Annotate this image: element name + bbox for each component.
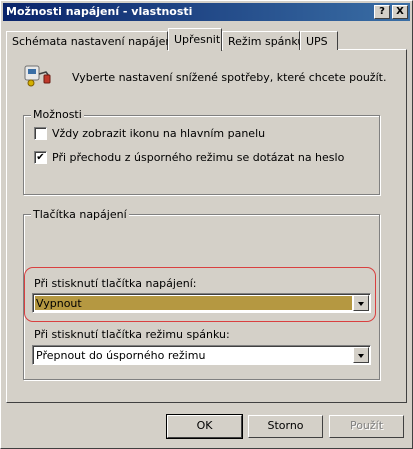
tab-advanced[interactable]: Upřesnit — [168, 28, 222, 51]
show-tray-icon-checkbox[interactable] — [34, 127, 47, 140]
intro-text: Vyberte nastavení snížené spotřeby, kter… — [72, 71, 387, 84]
power-button-action-value: Vypnout — [36, 297, 82, 310]
tab-sleep-mode[interactable]: Režim spánku — [222, 31, 304, 50]
options-group-title: Možnosti — [31, 108, 84, 121]
checkmark-icon: ✔ — [36, 152, 45, 163]
prompt-password-checkbox[interactable]: ✔ — [34, 151, 47, 164]
window-title: Možnosti napájení - vlastnosti — [6, 5, 193, 18]
tab-ups[interactable]: UPS — [300, 31, 338, 50]
cancel-button[interactable]: Storno — [248, 415, 323, 438]
tab-label: Režim spánku — [228, 35, 305, 48]
prompt-password-label: Při přechodu z úsporného režimu se dotáz… — [52, 151, 345, 164]
power-options-icon — [22, 62, 52, 88]
selection-highlight — [35, 296, 352, 310]
tab-label: Schémata nastavení napájení — [12, 35, 176, 48]
tab-power-schemes[interactable]: Schémata nastavení napájení — [6, 31, 175, 50]
sleep-button-action-select[interactable]: Přepnout do úsporného režimu — [32, 345, 371, 365]
help-button[interactable]: ? — [374, 5, 390, 19]
close-button[interactable]: X — [392, 5, 408, 19]
title-bar[interactable]: Možnosti napájení - vlastnosti ? X — [3, 3, 410, 21]
tab-label: UPS — [306, 35, 328, 48]
tab-strip: Schémata nastavení napájení Upřesnit Rež… — [6, 28, 406, 51]
tab-label: Upřesnit — [174, 33, 221, 46]
show-tray-icon-label: Vždy zobrazit ikonu na hlavním panelu — [52, 127, 266, 140]
sleep-button-action-value: Přepnout do úsporného režimu — [36, 349, 206, 362]
sleep-button-action-label: Při stisknutí tlačítka režimu spánku: — [34, 328, 230, 341]
chevron-down-icon[interactable] — [353, 295, 369, 311]
power-buttons-group-title: Tlačítka napájení — [31, 208, 129, 221]
chevron-down-icon[interactable] — [353, 347, 369, 363]
apply-button[interactable]: Použít — [329, 415, 404, 438]
power-button-action-label: Při stisknutí tlačítka napájení: — [34, 277, 197, 290]
power-button-action-select[interactable]: Vypnout — [32, 293, 371, 313]
ok-button[interactable]: OK — [166, 414, 243, 439]
